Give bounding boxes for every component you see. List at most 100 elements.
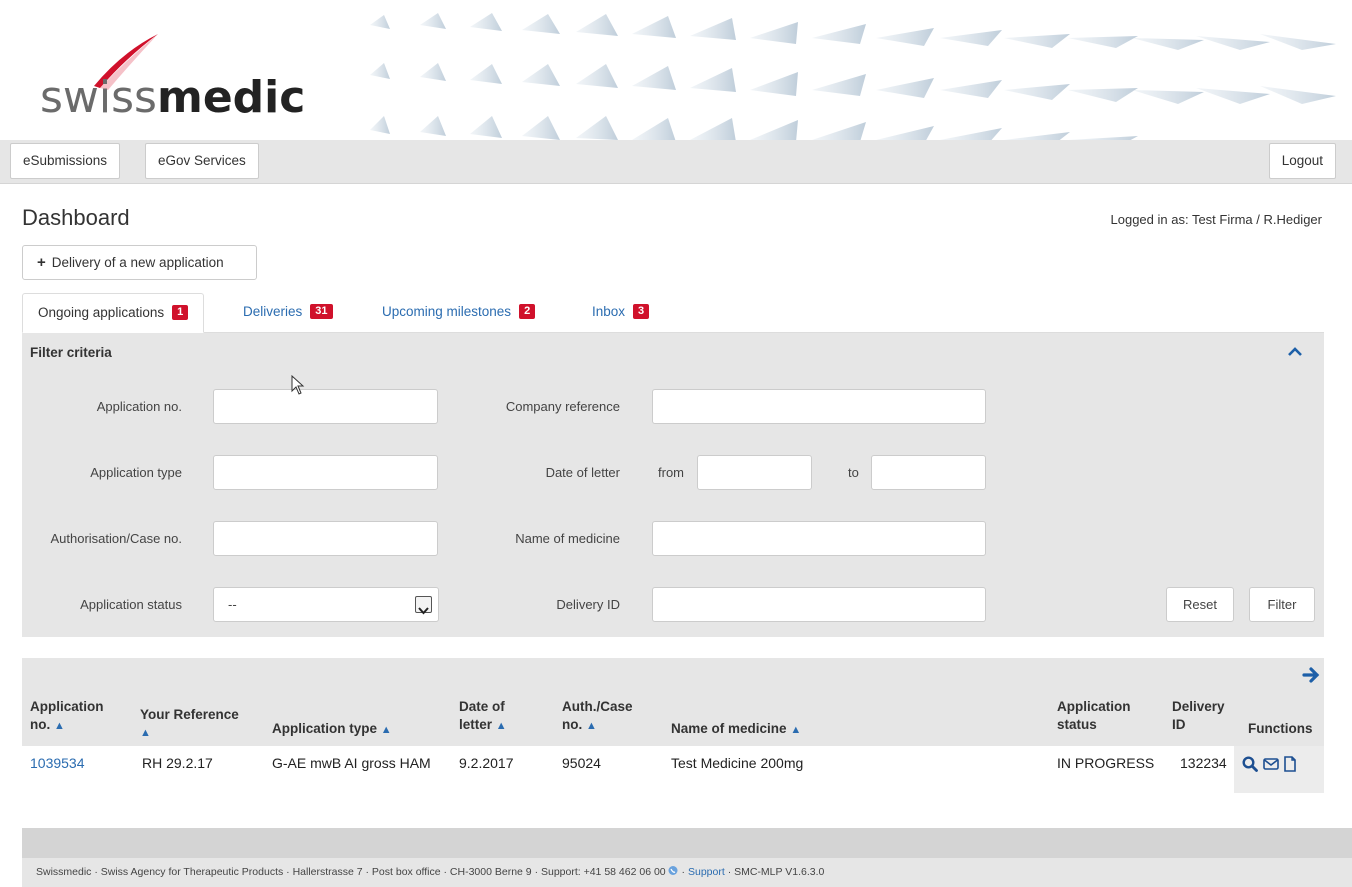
sort-icon: ▲︎	[140, 727, 151, 739]
tab-deliveries[interactable]: Deliveries 31	[243, 293, 333, 333]
name-of-medicine-label: Name of medicine	[515, 531, 620, 546]
application-no-input[interactable]	[213, 389, 438, 424]
site-header: swissmedic	[0, 0, 1352, 140]
footer-bar	[22, 828, 1352, 858]
reset-button[interactable]: Reset	[1166, 587, 1234, 622]
new-application-label: Delivery of a new application	[51, 255, 224, 270]
company-reference-input[interactable]	[652, 389, 986, 424]
col-auth-case-no[interactable]: Auth./Case no. ▲︎	[562, 698, 633, 735]
logo-text-light: swiss	[40, 72, 157, 123]
footer-text: Swissmedic · Swiss Agency for Therapeuti…	[36, 866, 666, 878]
table-row: 1039534 RH 29.2.17 G-AE mwB AI gross HAM…	[22, 746, 1324, 782]
delivery-id-label: Delivery ID	[556, 597, 620, 612]
date-to-input[interactable]	[871, 455, 986, 490]
filter-panel: Filter criteria Application no. Applicat…	[22, 332, 1324, 637]
date-to-label: to	[848, 465, 859, 480]
support-link[interactable]: Support	[688, 866, 725, 878]
filter-title: Filter criteria	[30, 345, 112, 360]
application-status-value: --	[228, 597, 237, 612]
col-label: Your Reference	[140, 707, 239, 722]
name-of-medicine-input[interactable]	[652, 521, 986, 556]
tab-ongoing-applications[interactable]: Ongoing applications 1	[22, 293, 205, 333]
col-label: Date of	[459, 699, 505, 714]
sort-icon: ▲︎	[495, 720, 507, 732]
mail-icon[interactable]	[1263, 756, 1279, 772]
col-label: Name of medicine	[671, 721, 787, 736]
logged-in-info: Logged in as: Test Firma / R.Hediger	[1110, 212, 1322, 227]
col-date-of-letter[interactable]: Date of letter ▲︎	[459, 698, 507, 735]
col-label: Application	[30, 699, 104, 714]
header-banner-graphic	[370, 13, 1336, 140]
company-reference-label: Company reference	[505, 399, 620, 414]
col-label: Application type	[272, 721, 378, 736]
application-type-input[interactable]	[213, 455, 438, 490]
logo-text-bold: medic	[156, 72, 306, 123]
col-label: Application	[1057, 699, 1131, 714]
swissmedic-logo[interactable]: swissmedic	[40, 72, 305, 123]
egov-services-button[interactable]: eGov Services	[145, 143, 259, 179]
site-footer: Swissmedic · Swiss Agency for Therapeuti…	[22, 858, 1352, 887]
your-reference-cell: RH 29.2.17	[142, 755, 213, 771]
col-name-of-medicine[interactable]: Name of medicine ▲︎	[671, 720, 801, 739]
col-functions: Functions	[1248, 721, 1313, 736]
delivery-id-input[interactable]	[652, 587, 986, 622]
top-nav-bar: eSubmissions eGov Services Logout	[0, 140, 1352, 184]
tab-label: Deliveries	[243, 304, 303, 319]
col-label: Delivery	[1172, 699, 1225, 714]
tab-inbox[interactable]: Inbox 3	[592, 293, 650, 333]
col-label: Auth./Case	[562, 699, 633, 714]
application-no-label: Application no.	[96, 399, 182, 414]
sort-icon: ▲︎	[380, 724, 392, 736]
col-label: letter	[459, 717, 493, 732]
tab-label: Inbox	[592, 304, 626, 319]
tab-upcoming-milestones[interactable]: Upcoming milestones 2	[382, 293, 536, 333]
col-label: no.	[30, 717, 51, 732]
chevron-up-icon[interactable]	[1288, 347, 1302, 357]
mouse-cursor-icon	[291, 375, 305, 395]
chevron-down-icon	[415, 596, 432, 615]
tab-label: Upcoming milestones	[382, 304, 512, 319]
col-delivery-id: Delivery ID	[1172, 698, 1225, 734]
esubmissions-button[interactable]: eSubmissions	[10, 143, 121, 179]
document-icon[interactable]	[1283, 756, 1297, 772]
dashboard-tabs: Ongoing applications 1 Deliveries 31 Upcom…	[22, 293, 1324, 333]
authorisation-case-no-input[interactable]	[213, 521, 438, 556]
col-application-status: Application status	[1057, 698, 1131, 734]
count-badge: 31	[310, 303, 333, 319]
tab-label: Ongoing applications	[38, 305, 165, 320]
applications-table: Application no. ▲︎ Your Reference ▲︎ App…	[22, 658, 1324, 793]
count-badge: 3	[633, 303, 650, 319]
count-badge: 1	[172, 304, 189, 320]
application-status-cell: IN PROGRESS	[1057, 755, 1155, 771]
sort-icon: ▲︎	[790, 724, 802, 736]
sort-icon: ▲︎	[54, 720, 65, 732]
col-your-reference[interactable]: Your Reference ▲︎	[140, 706, 239, 742]
application-status-select[interactable]: --	[213, 587, 439, 622]
name-of-medicine-cell: Test Medicine 200mg	[671, 755, 804, 771]
arrow-right-icon[interactable]	[1302, 666, 1322, 684]
new-application-button[interactable]: + Delivery of a new application	[22, 245, 257, 280]
table-header: Application no. ▲︎ Your Reference ▲︎ App…	[22, 658, 1324, 746]
col-application-type[interactable]: Application type ▲︎	[272, 720, 392, 739]
authorisation-case-no-label: Authorisation/Case no.	[50, 531, 182, 546]
delivery-id-cell: 132234	[1180, 755, 1227, 771]
plus-icon: +	[37, 254, 46, 271]
col-application-no[interactable]: Application no. ▲︎	[30, 698, 104, 735]
application-type-cell: G-AE mwB AI gross HAM	[272, 755, 431, 771]
count-badge: 2	[519, 303, 536, 319]
search-icon[interactable]	[1242, 756, 1258, 772]
application-no-link[interactable]: 1039534	[30, 755, 85, 771]
logout-button[interactable]: Logout	[1268, 143, 1336, 179]
sort-icon: ▲︎	[586, 720, 597, 732]
filter-button[interactable]: Filter	[1249, 587, 1315, 622]
date-of-letter-label: Date of letter	[545, 465, 620, 480]
col-label: status	[1057, 717, 1097, 732]
date-from-label: from	[658, 465, 684, 480]
col-label: ID	[1172, 717, 1186, 732]
application-status-label: Application status	[80, 597, 182, 612]
row-functions	[1234, 746, 1324, 793]
date-from-input[interactable]	[697, 455, 812, 490]
phone-icon	[668, 866, 678, 875]
auth-case-no-cell: 95024	[562, 755, 601, 771]
application-type-label: Application type	[90, 465, 182, 480]
